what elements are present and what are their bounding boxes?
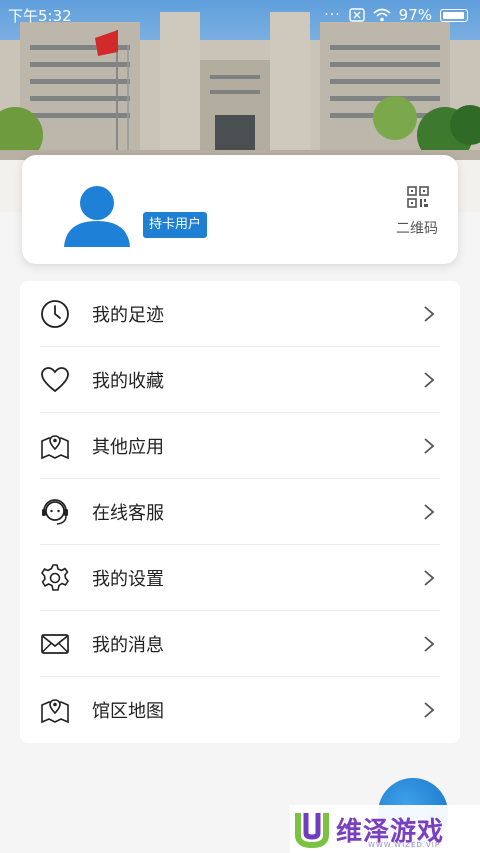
- clock-icon: [41, 299, 69, 328]
- headset-icon: [42, 498, 68, 525]
- status-bar: 下午5:32 ··· 97%: [0, 0, 480, 30]
- watermark-subtext: WWW.WIZED.VIP: [368, 841, 441, 849]
- qr-code-label[interactable]: 二维码: [396, 218, 438, 238]
- menu-item-label: 在线客服: [92, 502, 164, 524]
- chevron-right-icon: [424, 437, 435, 454]
- user-type-badge: 持卡用户: [143, 212, 208, 238]
- watermark-logo: 维泽游戏 WWW.WIZED.VIP: [290, 805, 480, 853]
- watermark-emblem-icon: [295, 813, 329, 849]
- menu-item-label: 馆区地图: [92, 701, 164, 722]
- chevron-right-icon: [424, 503, 435, 520]
- signal-dots-icon: ···: [324, 7, 341, 23]
- menu-item-label: 我的设置: [92, 568, 164, 590]
- menu-item-favorites[interactable]: 我的收藏: [40, 347, 440, 413]
- menu-item-label: 我的收藏: [92, 370, 164, 392]
- chevron-right-icon: [424, 569, 435, 586]
- menu-item-label: 我的消息: [92, 634, 164, 656]
- profile-card: [22, 155, 458, 264]
- map-pin-icon: [41, 699, 69, 724]
- menu-item-footprint[interactable]: 我的足迹: [40, 281, 440, 347]
- chevron-right-icon: [424, 702, 435, 718]
- avatar[interactable]: [62, 181, 132, 247]
- menu-item-customer-service[interactable]: 在线客服: [40, 479, 440, 545]
- battery-percent: 97%: [398, 6, 432, 24]
- heart-icon: [41, 366, 69, 392]
- qr-code-icon[interactable]: [407, 186, 429, 208]
- menu-item-messages[interactable]: 我的消息: [40, 611, 440, 677]
- mail-icon: [41, 633, 69, 654]
- menu-item-settings[interactable]: 我的设置: [40, 545, 440, 611]
- map-pin-icon: [41, 434, 69, 459]
- gear-icon: [41, 563, 69, 591]
- menu-item-library-map[interactable]: 馆区地图: [40, 677, 440, 743]
- status-time: 下午5:32: [8, 6, 72, 25]
- wifi-icon: [373, 8, 391, 22]
- menu-item-label: 我的足迹: [92, 304, 164, 326]
- sim-icon: [348, 8, 365, 22]
- chevron-right-icon: [424, 305, 435, 322]
- chevron-right-icon: [424, 635, 435, 652]
- battery-icon: [440, 8, 468, 22]
- menu-list: 我的足迹 我的收藏 其他应用 在线客服 我的设置 我的消息 馆区地图: [20, 281, 460, 743]
- chevron-right-icon: [424, 371, 435, 388]
- menu-item-other-apps[interactable]: 其他应用: [40, 413, 440, 479]
- menu-item-label: 其他应用: [92, 436, 164, 458]
